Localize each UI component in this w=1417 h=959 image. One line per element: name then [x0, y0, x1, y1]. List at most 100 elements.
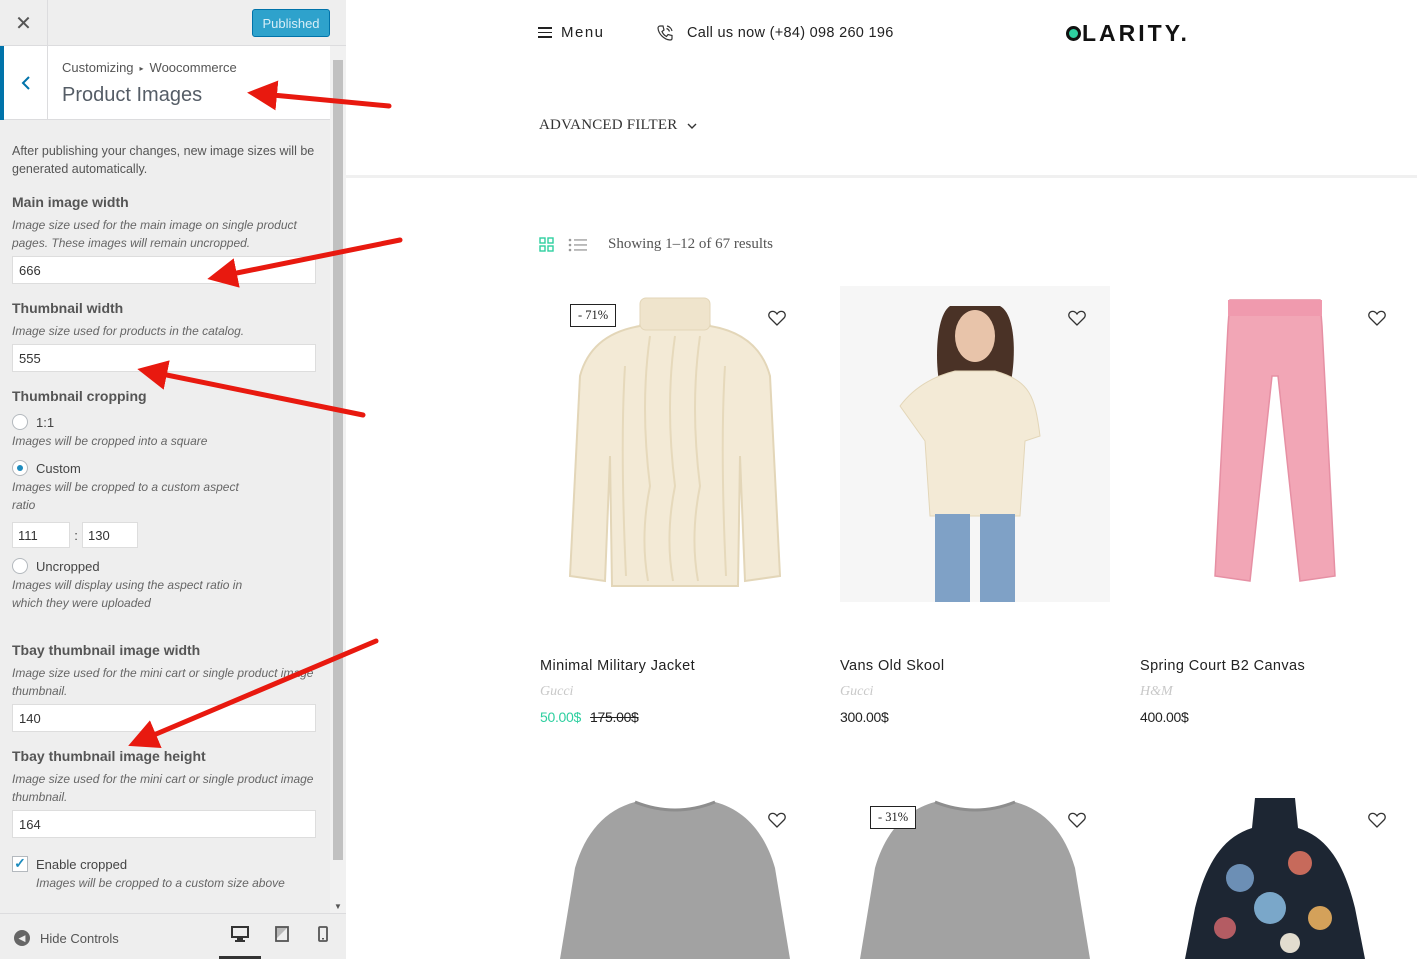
radio-uncropped-description: Images will display using the aspect rat…: [12, 578, 243, 610]
mobile-icon: [318, 926, 328, 942]
enable-cropped-description: Images will be cropped to a custom size …: [36, 876, 285, 890]
heart-icon[interactable]: [768, 812, 786, 828]
breadcrumb-root: Customizing: [62, 60, 134, 75]
product-image-grey-sweater[interactable]: [540, 788, 810, 959]
site-preview: Menu Call us now (+84) 098 260 196 LARIT…: [346, 0, 1417, 959]
crop-option-square[interactable]: 1:1: [12, 414, 318, 430]
heart-icon[interactable]: [1068, 812, 1086, 828]
customizer-footer: ◀ Hide Controls: [0, 913, 346, 959]
preview-desktop-button[interactable]: [219, 926, 261, 959]
tbay-thumb-width-title: Tbay thumbnail image width: [12, 642, 201, 658]
menu-toggle[interactable]: Menu: [538, 24, 605, 41]
radio-square-label: 1:1: [36, 414, 55, 430]
tbay-thumb-height-description: Image size used for the mini cart or sin…: [12, 772, 314, 804]
crop-option-custom[interactable]: Custom: [12, 460, 318, 476]
hide-controls-button[interactable]: ◀ Hide Controls: [14, 930, 119, 946]
product-image-grey-sweater[interactable]: - 31%: [840, 788, 1110, 959]
main-image-width-description: Image size used for the main image on si…: [12, 218, 297, 250]
menu-label: Menu: [561, 24, 605, 41]
ratio-width-input[interactable]: [12, 522, 70, 548]
product-name[interactable]: Spring Court B2 Canvas: [1140, 658, 1305, 674]
heart-icon[interactable]: [1068, 310, 1086, 326]
product-image-pink-trousers[interactable]: [1140, 286, 1410, 602]
tbay-thumb-height-title: Tbay thumbnail image height: [12, 748, 206, 764]
product-name[interactable]: Vans Old Skool: [840, 658, 944, 674]
thumbnail-width-title: Thumbnail width: [12, 300, 124, 316]
model-illustration: [899, 306, 1041, 602]
sale-badge: - 31%: [870, 806, 917, 829]
sale-badge: - 71%: [570, 304, 617, 327]
sweater-illustration: [568, 297, 782, 587]
main-image-width-input[interactable]: [12, 256, 316, 284]
panel-scrollbar[interactable]: ▼: [330, 46, 346, 913]
section-header: Customizing ▸ Woocommerce Product Images: [0, 46, 330, 120]
radio-custom[interactable]: [12, 460, 28, 476]
grid-view-icon[interactable]: [539, 237, 554, 252]
customizer-header: ✕ Published: [0, 0, 346, 46]
heart-icon[interactable]: [768, 310, 786, 326]
enable-cropped-option[interactable]: ✓ Enable cropped: [12, 856, 318, 872]
close-customizer-button[interactable]: ✕: [0, 0, 48, 46]
radio-custom-description: Images will be cropped to a custom aspec…: [12, 480, 239, 512]
result-count: Showing 1–12 of 67 results: [608, 236, 773, 252]
tbay-thumb-height-input[interactable]: [12, 810, 316, 838]
logo-mark-icon: [1066, 26, 1081, 41]
chevron-left-icon: [21, 76, 30, 90]
list-view-icon[interactable]: [568, 238, 588, 252]
breadcrumb: Customizing ▸ Woocommerce: [62, 60, 237, 75]
section-title: Product Images: [62, 84, 203, 106]
thumbnail-cropping-title: Thumbnail cropping: [12, 388, 147, 404]
preview-tablet-button[interactable]: [261, 926, 303, 959]
thumbnail-width-input[interactable]: [12, 344, 316, 372]
product-name[interactable]: Minimal Military Jacket: [540, 658, 695, 674]
hamburger-icon: [538, 24, 552, 41]
radio-square[interactable]: [12, 414, 28, 430]
sale-price: 50.00$: [540, 709, 582, 725]
customizer-sidebar: ✕ Published Customizing ▸ Woocommerce Prod…: [0, 0, 346, 959]
product-brand[interactable]: H&M: [1140, 684, 1173, 700]
ratio-height-input[interactable]: [82, 522, 138, 548]
preview-mobile-button[interactable]: [302, 926, 344, 959]
publish-note: After publishing your changes, new image…: [12, 144, 315, 176]
tbay-thumb-width-input[interactable]: [12, 704, 316, 732]
collapse-arrow-icon: ◀: [14, 930, 30, 946]
breadcrumb-parent: Woocommerce: [149, 60, 237, 75]
radio-uncropped[interactable]: [12, 558, 28, 574]
tablet-icon: [275, 926, 289, 942]
enable-cropped-label: Enable cropped: [36, 856, 128, 872]
close-icon: ✕: [15, 12, 32, 35]
radio-square-description: Images will be cropped into a square: [12, 434, 208, 448]
heart-icon[interactable]: [1368, 310, 1386, 326]
hide-controls-label: Hide Controls: [40, 930, 119, 946]
product-brand[interactable]: Gucci: [540, 684, 573, 700]
desktop-icon: [231, 926, 249, 942]
radio-uncropped-label: Uncropped: [36, 558, 100, 574]
enable-cropped-checkbox[interactable]: ✓: [12, 856, 28, 872]
main-image-width-title: Main image width: [12, 194, 129, 210]
product-price: 50.00$ 175.00$: [540, 709, 639, 725]
scroll-down-arrow-icon[interactable]: ▼: [334, 902, 342, 911]
product-image-model[interactable]: [840, 286, 1110, 602]
product-price: 400.00$: [1140, 709, 1189, 725]
custom-ratio-row: :: [12, 522, 318, 548]
product-brand[interactable]: Gucci: [840, 684, 873, 700]
call-text: Call us now (+84) 098 260 196: [687, 25, 894, 41]
publish-button[interactable]: Published: [252, 9, 330, 37]
controls-list: After publishing your changes, new image…: [12, 142, 318, 892]
advanced-filter-toggle[interactable]: ADVANCED FILTER: [539, 117, 697, 134]
heart-icon[interactable]: [1368, 812, 1386, 828]
logo-text: LARITY.: [1082, 20, 1190, 46]
chevron-down-icon: [687, 123, 697, 129]
trousers-illustration: [1214, 299, 1336, 582]
call-link[interactable]: Call us now (+84) 098 260 196: [656, 24, 894, 42]
back-button[interactable]: [0, 46, 48, 120]
scrollbar-thumb[interactable]: [333, 60, 343, 860]
product-image-floral-blouse[interactable]: [1140, 788, 1410, 959]
thumbnail-width-description: Image size used for products in the cata…: [12, 324, 245, 338]
product-image-cream-sweater[interactable]: - 71%: [540, 286, 810, 602]
ratio-separator: :: [74, 527, 78, 543]
phone-icon: [657, 25, 673, 41]
customizer-panel[interactable]: Customizing ▸ Woocommerce Product Images A…: [0, 46, 330, 913]
crop-option-uncropped[interactable]: Uncropped: [12, 558, 318, 574]
site-logo[interactable]: LARITY.: [1066, 20, 1190, 47]
